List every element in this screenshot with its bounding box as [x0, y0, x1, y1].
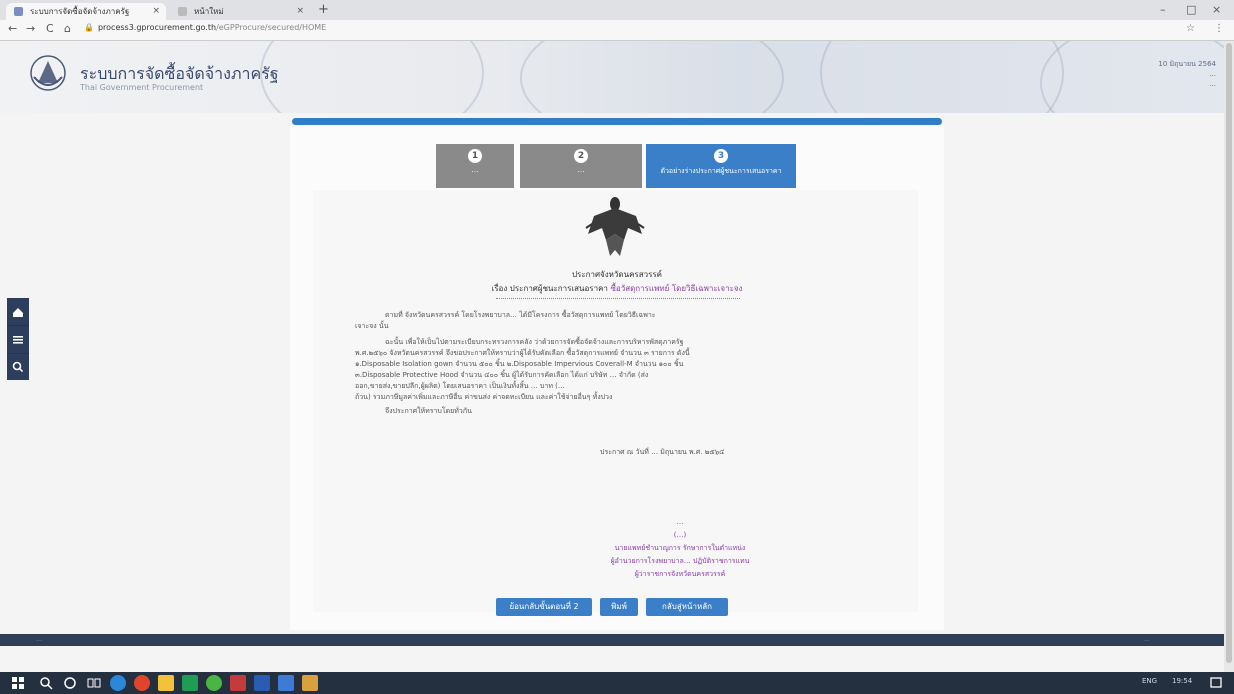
app-icon[interactable] [278, 675, 294, 691]
favicon-icon [14, 7, 23, 16]
site-header: ระบบการจัดซื้อจัดจ้างภาครัฐ Thai Governm… [0, 41, 1234, 113]
home-button[interactable]: กลับสู่หน้าหลัก [646, 598, 728, 616]
header-decoration [260, 41, 484, 113]
page-scrollbar[interactable] [1224, 41, 1234, 673]
site-footer: … … [0, 634, 1234, 646]
forward-icon[interactable]: → [26, 22, 35, 35]
header-decoration [520, 41, 784, 113]
maximize-icon[interactable]: □ [1186, 3, 1196, 16]
document-title: ประกาศจังหวัดนครสวรรค์ [571, 270, 663, 279]
home-icon[interactable]: ⌂ [64, 22, 71, 35]
step-3[interactable]: 3 ตัวอย่างร่างประกาศผู้ชนะการเสนอราคา [646, 144, 796, 188]
step-2[interactable]: 2 … [520, 144, 642, 188]
signature-fullname: (…) [673, 531, 687, 539]
back-step-button[interactable]: ย้อนกลับขั้นตอนที่ 2 [496, 598, 592, 616]
para2-line-5: ออก,ขายส่ง,ขายปลีก,ผู้ผลิต) โดยเสนอราคา … [355, 382, 565, 390]
signature-acting: ผู้อำนวยการโรงพยาบาล… ปฏิบัติราชการแทน [610, 557, 750, 565]
footer-right-text: … [1144, 636, 1150, 643]
paint-icon[interactable] [302, 675, 318, 691]
footer-left-text: … [36, 636, 42, 643]
excel-icon[interactable] [182, 675, 198, 691]
signature-name: … [676, 518, 684, 526]
os-taskbar: ENG 19:54 [0, 672, 1234, 694]
back-icon[interactable]: ← [8, 22, 17, 35]
title-divider [496, 298, 740, 299]
print-button[interactable]: พิมพ์ [600, 598, 638, 616]
search-icon [12, 361, 24, 373]
document-subject: เรื่อง ประกาศผู้ชนะการเสนอราคา ซื้อวัสดุ… [0, 282, 1234, 295]
search-nav-button[interactable] [7, 354, 29, 381]
para2-line-4: ๓.Disposable Protective Hood จำนวน ๔๐๐ ช… [355, 371, 649, 379]
home-nav-button[interactable] [7, 298, 29, 326]
reload-icon[interactable]: C [46, 22, 54, 35]
step-number: 2 [574, 149, 588, 163]
windows-start-icon[interactable] [10, 675, 26, 691]
word-icon[interactable] [254, 675, 270, 691]
browser-tab-new[interactable]: หน้าใหม่ × [170, 3, 310, 20]
url-host: process3.gprocurement.go.th [97, 23, 217, 32]
browser-tab-label: ระบบการจัดซื้อจัดจ้างภาครัฐ [30, 7, 130, 16]
step-1[interactable]: 1 … [436, 144, 514, 188]
header-decoration [820, 41, 1064, 113]
subject-item: ซื้อวัสดุการแพทย์ โดยวิธีเฉพาะเจาะจง [610, 284, 743, 293]
cortana-icon[interactable] [62, 675, 78, 691]
browser-tab-label: หน้าใหม่ [194, 7, 224, 16]
closing-line: จึงประกาศให้ทราบโดยทั่วกัน [385, 407, 472, 415]
search-icon[interactable] [38, 675, 54, 691]
tray-clock[interactable]: 19:54 [1172, 677, 1192, 685]
minimize-icon[interactable]: – [1160, 3, 1166, 16]
browser-tab-strip: ระบบการจัดซื้อจัดจ้างภาครัฐ × หน้าใหม่ ×… [0, 0, 1234, 20]
task-view-icon[interactable] [86, 675, 102, 691]
browser-tab-egp[interactable]: ระบบการจัดซื้อจัดจ้างภาครัฐ × [6, 3, 166, 20]
para2-line-2: พ.ศ.๒๕๖๐ จังหวัดนครสวรรค์ จึงขอประกาศให้… [355, 349, 690, 357]
emblem-logo-icon [30, 55, 66, 91]
step-number: 3 [714, 149, 728, 163]
signature-position: นายแพทย์ชำนาญการ รักษาการในตำแหน่ง [614, 544, 746, 552]
signature-authority: ผู้ว่าราชการจังหวัดนครสวรรค์ [634, 570, 726, 578]
hamburger-icon [13, 336, 23, 344]
lock-icon: 🔒 [84, 23, 94, 32]
tray-language[interactable]: ENG [1142, 677, 1157, 685]
notification-icon[interactable] [1208, 675, 1224, 691]
side-nav [7, 298, 29, 380]
line-icon[interactable] [206, 675, 222, 691]
accent-strip [292, 118, 942, 125]
close-window-icon[interactable]: × [1212, 3, 1221, 16]
step-label: … [471, 166, 479, 174]
url-field[interactable]: 🔒 process3.gprocurement.go.th/eGPProcure/… [84, 23, 326, 32]
favicon-icon [178, 7, 187, 16]
scrollbar-thumb[interactable] [1226, 43, 1232, 663]
para2-line-3: ๑.Disposable Isolation gown จำนวน ๕๐๐ ชิ… [355, 360, 684, 368]
para1-line-1: ตามที่ จังหวัดนครสวรรค์ โดยโรงพยาบาล… ได… [385, 311, 656, 319]
home-icon [13, 308, 23, 317]
new-tab-button[interactable]: + [318, 2, 329, 17]
subject-prefix: เรื่อง ประกาศผู้ชนะการเสนอราคา [491, 284, 608, 293]
para1-line-2: เจาะจง นั้น [355, 322, 389, 330]
header-user-info: 10 มิถุนายน 2564 … … [1158, 59, 1216, 89]
menu-icon[interactable]: ⋮ [1214, 23, 1224, 34]
address-bar-row: ← → C ⌂ 🔒 process3.gprocurement.go.th/eGP… [0, 20, 1234, 41]
chrome-icon[interactable] [134, 675, 150, 691]
close-tab-icon[interactable]: × [152, 3, 160, 20]
acrobat-icon[interactable] [230, 675, 246, 691]
site-subtitle: Thai Government Procurement [80, 83, 204, 92]
step-label: … [577, 166, 585, 174]
header-org: … [1209, 80, 1216, 88]
file-explorer-icon[interactable] [158, 675, 174, 691]
wizard-stepper: 1 … 2 … 3 ตัวอย่างร่างประกาศผู้ชนะการเสน… [436, 144, 796, 188]
step-number: 1 [468, 149, 482, 163]
garuda-emblem-icon [585, 197, 645, 256]
para2-line-1: ฉะนั้น เพื่อให้เป็นไปตามระเบียบกระทรวงกา… [385, 338, 684, 346]
close-tab-icon[interactable]: × [296, 3, 304, 20]
announce-date: ประกาศ ณ วันที่ … มิถุนายน พ.ศ. ๒๕๖๔ [600, 448, 725, 456]
menu-nav-button[interactable] [7, 326, 29, 354]
bookmark-star-icon[interactable]: ☆ [1186, 23, 1195, 34]
step-label: ตัวอย่างร่างประกาศผู้ชนะการเสนอราคา [660, 167, 782, 175]
para2-line-6: ถ้วน) รวมภาษีมูลค่าเพิ่มและภาษีอื่น ค่าข… [355, 393, 613, 401]
header-user: … [1209, 70, 1216, 78]
url-path: /eGPProcure/secured/HOME [216, 23, 327, 32]
edge-icon[interactable] [110, 675, 126, 691]
header-date: 10 มิถุนายน 2564 [1158, 60, 1216, 68]
